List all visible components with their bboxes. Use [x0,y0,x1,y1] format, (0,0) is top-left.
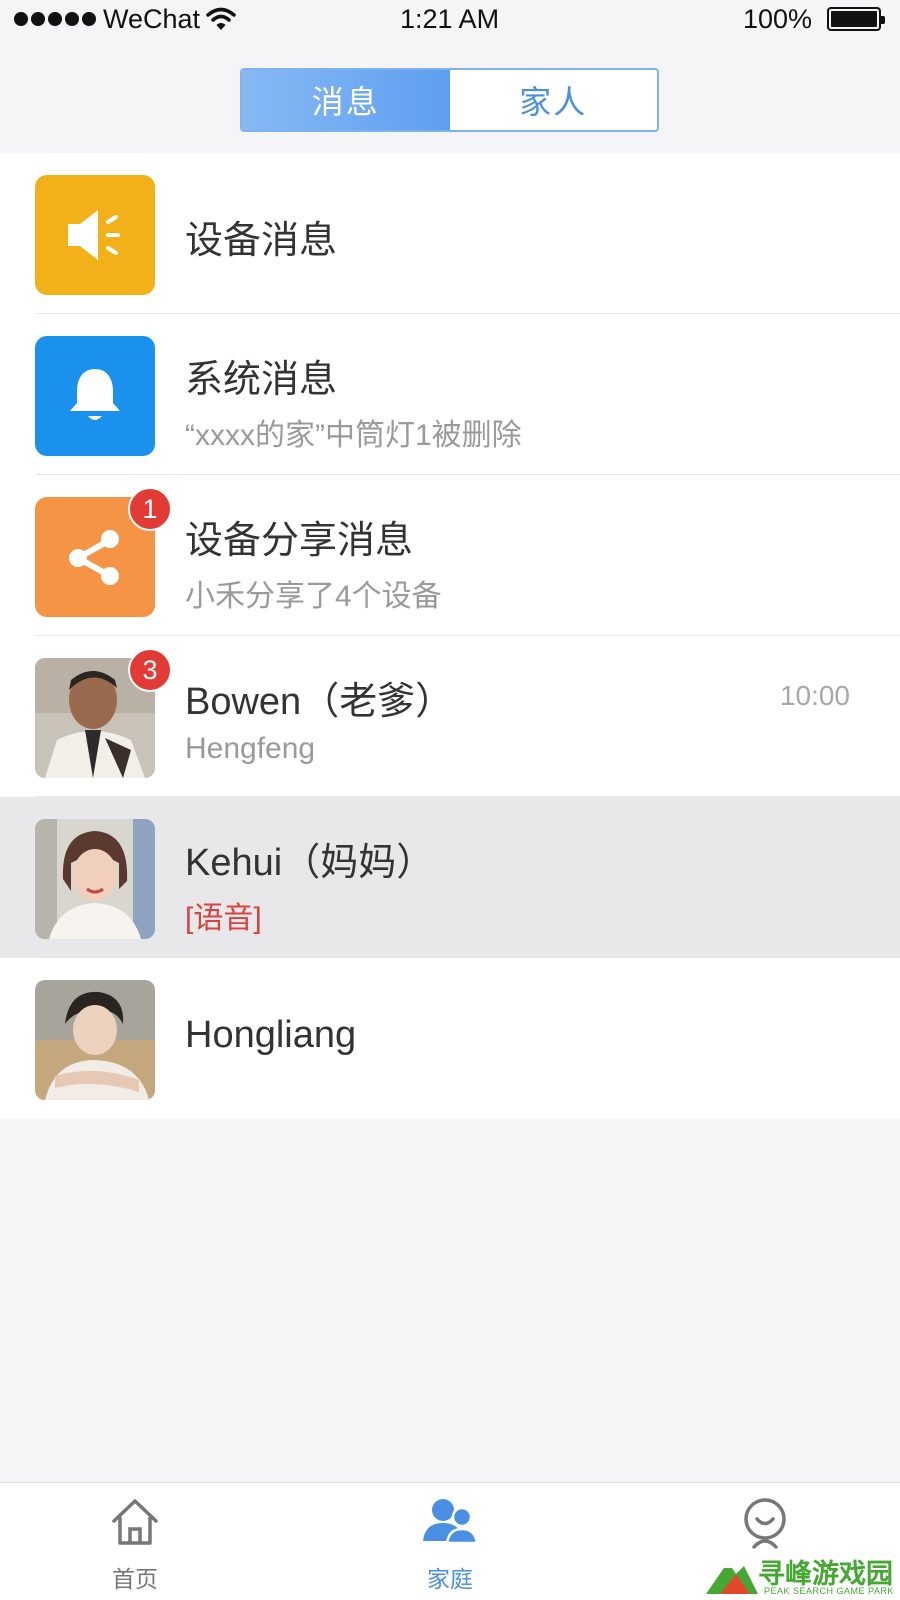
item-subtitle: “xxxx的家”中筒灯1被删除 [185,419,522,452]
contact-name: Hongliang [185,1014,357,1056]
list-item-device-messages[interactable]: 设备消息 [0,153,900,314]
list-item-device-share-messages[interactable]: 1 设备分享消息 小禾分享了4个设备 [0,475,900,636]
status-time: 1:21 AM [400,4,500,34]
message-time: 10:00 [779,680,850,711]
tab-home[interactable]: 首页 [70,1495,200,1594]
list-item-contact-kehui[interactable]: Kehui（妈妈） [语音] [0,797,900,958]
message-list: 设备消息 系统消息 “xxxx的家”中筒灯1被删除 1 设备分享消息 小禾分享了… [0,153,900,1119]
status-bar: WeChat 1:21 AM 100% [0,0,900,40]
tab-family[interactable]: 家庭 [385,1495,515,1594]
item-title: 设备分享消息 [185,520,414,562]
voice-message-label: [语音] [185,902,262,935]
contact-name: Kehui（妈妈） [185,842,435,884]
unread-badge: 1 [128,487,172,531]
bell-icon [35,336,155,456]
tab-label: 首页 [112,1566,158,1592]
tab-label: 家庭 [427,1566,473,1592]
avatar [35,980,155,1100]
signal-strength-icon [14,12,96,26]
tab-family-members[interactable]: 家人 [450,70,658,130]
unread-badge: 3 [128,648,172,692]
wifi-icon [206,6,236,39]
tab-profile[interactable] [700,1495,830,1554]
avatar [35,819,155,939]
contact-last-message: Hengfeng [185,732,316,765]
battery-icon [827,7,885,31]
carrier-name: WeChat [103,4,201,34]
list-item-system-messages[interactable]: 系统消息 “xxxx的家”中筒灯1被删除 [0,314,900,475]
family-icon [421,1495,479,1554]
site-watermark: 寻峰游戏园 PEAK SEARCH GAME PARK [706,1552,896,1598]
battery-percentage: 100% [743,4,813,34]
item-title: 设备消息 [185,220,338,262]
item-title: 系统消息 [185,359,338,401]
watermark-subtext: PEAK SEARCH GAME PARK [764,1586,894,1596]
list-item-contact-hongliang[interactable]: Hongliang [0,958,900,1119]
profile-icon [738,1495,792,1554]
home-icon [108,1495,162,1554]
segmented-control: 消息 家人 [240,68,659,132]
tab-messages[interactable]: 消息 [242,70,450,130]
speaker-icon [35,175,155,295]
contact-name: Bowen（老爹） [185,681,454,723]
list-item-contact-bowen[interactable]: 3 Bowen（老爹） Hengfeng 10:00 [0,636,900,797]
item-subtitle: 小禾分享了4个设备 [185,580,442,613]
